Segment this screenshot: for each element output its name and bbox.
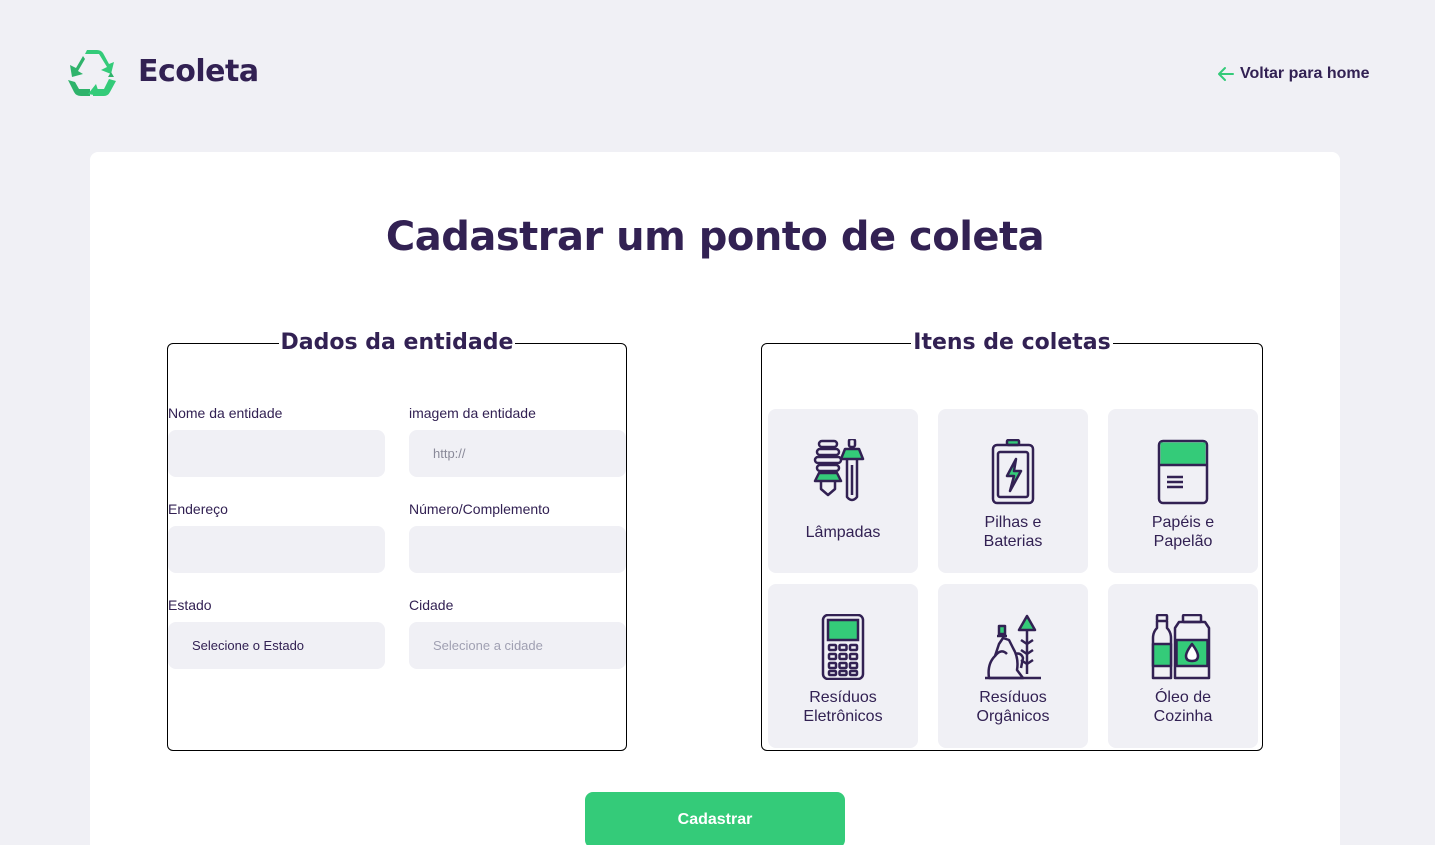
- organic-icon: [985, 614, 1041, 680]
- item-label-line1: Lâmpadas: [805, 524, 881, 541]
- item-pilhas[interactable]: Pilhas e Baterias: [938, 409, 1088, 573]
- item-label-line1: Resíduos: [979, 689, 1047, 706]
- item-organicos[interactable]: Resíduos Orgânicos: [938, 584, 1088, 748]
- item-lampadas[interactable]: Lâmpadas: [768, 409, 918, 573]
- numero-label: Número/Complemento: [409, 501, 550, 517]
- logo[interactable]: Ecoleta: [66, 50, 259, 98]
- itens-legend: Itens de coletas: [913, 330, 1111, 355]
- estado-field: Estado Selecione o Estado: [168, 595, 385, 669]
- cidade-select[interactable]: Selecione a cidade: [409, 622, 626, 669]
- dados-legend: Dados da entidade: [280, 330, 514, 355]
- app-name: Ecoleta: [138, 54, 259, 89]
- item-label: Pilhas e Baterias: [938, 513, 1088, 551]
- imagem-label: imagem da entidade: [409, 405, 536, 421]
- endereco-input[interactable]: [168, 526, 385, 573]
- item-label-line2: Baterias: [983, 533, 1043, 550]
- itens-fieldset: Itens de coletas Lâmpadas Pilhas e Bater…: [761, 330, 1263, 751]
- imagem-field: imagem da entidade http://: [409, 403, 626, 477]
- item-label: Lâmpadas: [768, 523, 918, 542]
- battery-icon: [991, 439, 1035, 505]
- item-label-line2: Eletrônicos: [803, 708, 883, 725]
- estado-select[interactable]: Selecione o Estado: [168, 622, 385, 669]
- paper-icon: [1157, 439, 1209, 505]
- item-label-line2: Orgânicos: [976, 708, 1050, 725]
- imagem-input[interactable]: http://: [409, 430, 626, 477]
- oil-icon: [1151, 614, 1211, 680]
- nome-field: Nome da entidade: [168, 403, 385, 477]
- item-papeis[interactable]: Papéis e Papelão: [1108, 409, 1258, 573]
- numero-field: Número/Complemento: [409, 499, 626, 573]
- nome-label: Nome da entidade: [168, 405, 283, 421]
- electronics-icon: [821, 614, 865, 680]
- item-oleo[interactable]: Óleo de Cozinha: [1108, 584, 1258, 748]
- item-label-line2: Papelão: [1153, 533, 1213, 550]
- arrow-left-icon: [1218, 67, 1234, 81]
- form-card: Cadastrar um ponto de coleta Dados da en…: [90, 152, 1340, 845]
- cidade-field: Cidade Selecione a cidade: [409, 595, 626, 669]
- items-grid: Lâmpadas Pilhas e Baterias Papéis e Pape…: [768, 409, 1258, 748]
- numero-input[interactable]: [409, 526, 626, 573]
- lamp-icon: [813, 439, 865, 502]
- item-label: Papéis e Papelão: [1108, 513, 1258, 551]
- item-eletronicos[interactable]: Resíduos Eletrônicos: [768, 584, 918, 748]
- item-label: Resíduos Orgânicos: [938, 688, 1088, 726]
- nome-input[interactable]: [168, 430, 385, 477]
- cidade-label: Cidade: [409, 597, 454, 613]
- endereco-label: Endereço: [168, 501, 228, 517]
- cadastrar-button[interactable]: Cadastrar: [585, 792, 845, 845]
- item-label-line1: Resíduos: [809, 689, 877, 706]
- item-label-line2: Cozinha: [1153, 708, 1213, 725]
- estado-label: Estado: [168, 597, 212, 613]
- item-label-line1: Papéis e: [1151, 514, 1215, 531]
- item-label-line1: Óleo de: [1154, 689, 1212, 706]
- dados-fieldset: Dados da entidade Nome da entidade image…: [167, 330, 627, 751]
- endereco-field: Endereço: [168, 499, 385, 573]
- item-label: Óleo de Cozinha: [1108, 688, 1258, 726]
- back-to-home-link[interactable]: Voltar para home: [1216, 64, 1370, 84]
- header: Ecoleta Voltar para home: [0, 0, 1435, 150]
- item-label-line1: Pilhas e: [984, 514, 1042, 531]
- item-label: Resíduos Eletrônicos: [768, 688, 918, 726]
- page-title: Cadastrar um ponto de coleta: [385, 214, 1045, 260]
- recycle-icon: [68, 50, 116, 96]
- back-link-label: Voltar para home: [1240, 65, 1370, 82]
